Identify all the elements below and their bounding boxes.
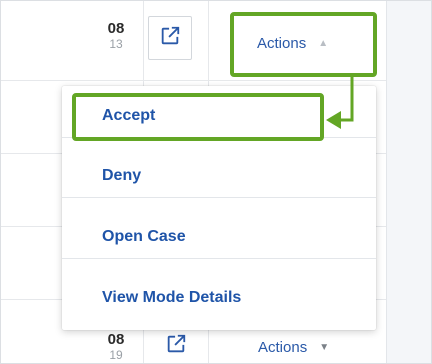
table-with-actions-dropdown: 08 13 Actions ▲ 08 19 Actions ▼ Accept D… (0, 0, 432, 364)
arrow-left-icon (326, 76, 354, 129)
